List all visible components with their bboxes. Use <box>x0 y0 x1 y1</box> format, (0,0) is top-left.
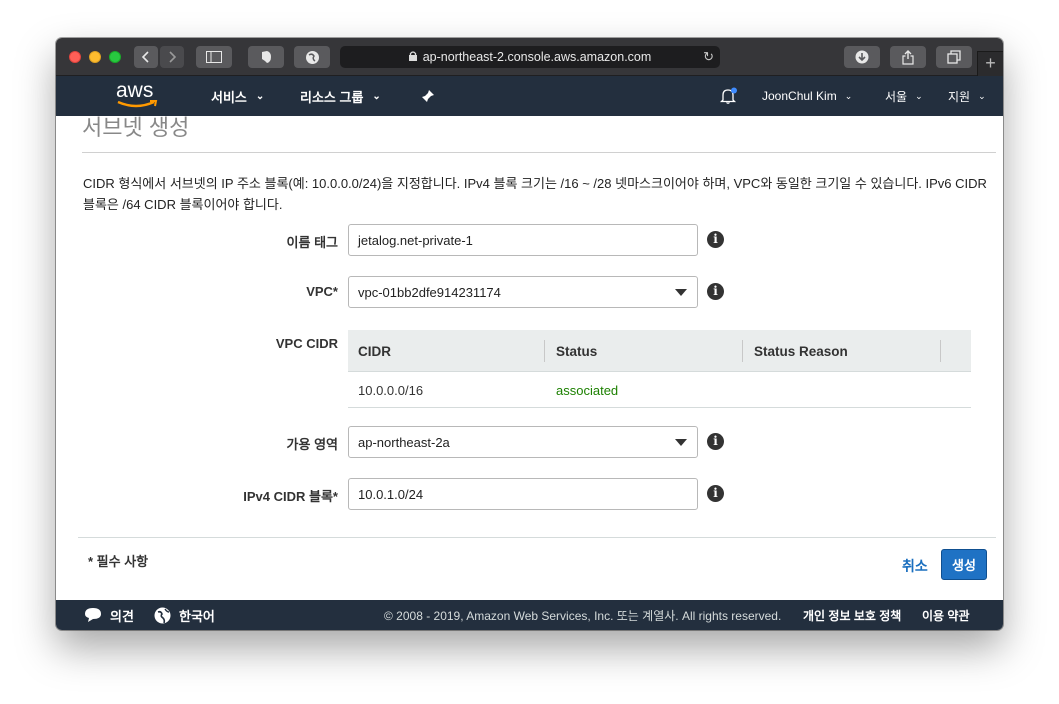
form-footer-divider <box>78 537 996 538</box>
region-menu[interactable]: 서울 ⌄ <box>885 76 923 116</box>
speech-bubble-icon <box>85 608 101 622</box>
column-header-status: Status <box>556 343 598 359</box>
language-label: 한국어 <box>179 608 215 624</box>
pushpin-icon <box>422 90 434 102</box>
reload-icon[interactable]: ↻ <box>703 49 714 65</box>
new-tab-button[interactable]: + <box>977 51 1003 76</box>
lock-icon <box>408 50 417 64</box>
create-subnet-page: 서브넷 생성 CIDR 형식에서 서브넷의 IP 주소 블록(예: 10.0.0… <box>56 116 1003 600</box>
browser-window: ap-northeast-2.console.aws.amazon.com ↻ … <box>56 38 1003 630</box>
chevron-right-icon <box>169 51 177 63</box>
feedback-label: 의견 <box>110 608 134 624</box>
name-tag-label: 이름 태그 <box>286 235 338 250</box>
info-icon[interactable]: i <box>707 433 724 450</box>
services-menu[interactable]: 서비스 ⌄ <box>211 76 264 116</box>
column-divider <box>940 340 941 362</box>
create-button[interactable]: 생성 <box>941 549 987 580</box>
chevron-left-icon <box>141 51 149 63</box>
column-header-cidr: CIDR <box>358 343 391 359</box>
evernote-icon <box>262 51 271 63</box>
notifications-button[interactable] <box>719 76 737 116</box>
chevron-down-icon: ⌄ <box>372 90 381 102</box>
chevron-down-icon: ⌄ <box>915 90 923 101</box>
page-title: 서브넷 생성 <box>82 116 190 140</box>
cidr-cell: 10.0.0.0/16 <box>358 382 424 398</box>
table-row: 10.0.0.0/16 associated <box>348 372 971 408</box>
table-header: CIDR Status Status Reason <box>348 330 971 372</box>
support-menu-label: 지원 <box>948 89 971 104</box>
zoom-window-button[interactable] <box>109 51 121 63</box>
address-bar[interactable]: ap-northeast-2.console.aws.amazon.com ↻ <box>340 46 720 68</box>
chevron-down-icon: ⌄ <box>844 90 853 101</box>
vpc-select[interactable]: vpc-01bb2dfe914231174 <box>348 276 698 308</box>
availability-zone-label: 가용 영역 <box>286 437 338 452</box>
dropdown-arrow-icon <box>675 289 687 296</box>
tabs-icon <box>947 50 961 64</box>
aws-logo-text: aws <box>116 79 154 102</box>
account-menu-label: JoonChul Kim <box>762 89 837 103</box>
support-menu[interactable]: 지원 ⌄ <box>948 76 986 116</box>
extension-button[interactable] <box>294 46 330 68</box>
availability-zone-select[interactable]: ap-northeast-2a <box>348 426 698 458</box>
page-description: CIDR 형식에서 서브넷의 IP 주소 블록(예: 10.0.0.0/24)을… <box>83 176 987 212</box>
info-icon[interactable]: i <box>707 485 724 502</box>
download-icon <box>855 50 869 64</box>
globe-extension-icon <box>305 50 319 64</box>
cancel-button[interactable]: 취소 <box>902 556 928 576</box>
aws-smile-icon <box>117 100 158 108</box>
bell-icon <box>719 87 737 104</box>
region-menu-label: 서울 <box>885 89 908 104</box>
vpc-label: VPC* <box>306 284 338 299</box>
aws-logo[interactable]: aws <box>116 80 160 112</box>
info-icon[interactable]: i <box>707 283 724 300</box>
column-divider <box>544 340 545 362</box>
services-menu-label: 서비스 <box>211 89 247 105</box>
minimize-window-button[interactable] <box>89 51 101 63</box>
dropdown-arrow-icon <box>675 439 687 446</box>
name-tag-input[interactable]: jetalog.net-private-1 <box>348 224 698 256</box>
language-button[interactable]: 한국어 <box>154 600 215 630</box>
info-icon[interactable]: i <box>707 231 724 248</box>
name-tag-value: jetalog.net-private-1 <box>358 232 473 248</box>
sidebar-icon <box>206 51 222 63</box>
column-header-status-reason: Status Reason <box>754 343 848 359</box>
sidebar-toggle-button[interactable] <box>196 46 232 68</box>
status-cell: associated <box>556 382 619 398</box>
availability-zone-value: ap-northeast-2a <box>358 434 450 450</box>
privacy-policy-link[interactable]: 개인 정보 보호 정책 <box>803 600 901 630</box>
forward-button[interactable] <box>160 46 184 68</box>
share-button[interactable] <box>890 46 926 68</box>
chevron-down-icon: ⌄ <box>978 90 986 101</box>
resource-groups-menu-label: 리소스 그룹 <box>300 89 364 105</box>
resource-groups-menu[interactable]: 리소스 그룹 ⌄ <box>300 76 381 116</box>
account-menu[interactable]: JoonChul Kim ⌄ <box>762 76 852 116</box>
url-text: ap-northeast-2.console.aws.amazon.com <box>422 50 652 64</box>
required-note: * 필수 사항 <box>88 554 149 569</box>
column-divider <box>742 340 743 362</box>
vpc-select-value: vpc-01bb2dfe914231174 <box>358 284 501 300</box>
tabs-overview-button[interactable] <box>936 46 972 68</box>
back-button[interactable] <box>134 46 158 68</box>
chevron-down-icon: ⌄ <box>255 90 265 102</box>
globe-icon <box>154 607 171 623</box>
ipv4-cidr-label: IPv4 CIDR 블록* <box>243 489 338 504</box>
terms-link[interactable]: 이용 약관 <box>922 600 970 630</box>
vpc-cidr-label: VPC CIDR <box>275 336 338 351</box>
feedback-button[interactable]: 의견 <box>84 600 134 630</box>
close-window-button[interactable] <box>69 51 81 63</box>
evernote-extension-button[interactable] <box>248 46 284 68</box>
ipv4-cidr-value: 10.0.1.0/24 <box>358 486 424 502</box>
browser-toolbar: ap-northeast-2.console.aws.amazon.com ↻ … <box>56 38 1003 76</box>
title-divider <box>82 152 996 153</box>
share-icon <box>902 49 914 65</box>
copyright-text: © 2008 - 2019, Amazon Web Services, Inc.… <box>384 608 782 623</box>
ipv4-cidr-input[interactable]: 10.0.1.0/24 <box>348 478 698 510</box>
vpc-cidr-table: CIDR Status Status Reason 10.0.0.0/16 as… <box>348 330 971 408</box>
aws-console-nav: aws 서비스 ⌄ 리소스 그룹 ⌄ JoonChul Kim ⌄ 서울 ⌄ 지… <box>56 76 1003 116</box>
console-footer: 의견 한국어 © 2008 - 2019, Amazon Web Service… <box>56 600 1003 630</box>
pin-button[interactable] <box>421 76 435 116</box>
downloads-button[interactable] <box>844 46 880 68</box>
